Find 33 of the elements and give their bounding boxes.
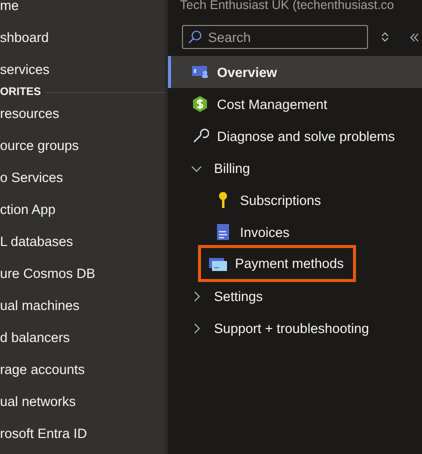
menu-item[interactable]: Overview bbox=[168, 56, 422, 88]
document-icon bbox=[214, 223, 232, 241]
section-heading: ORITES bbox=[0, 86, 41, 98]
menu-item[interactable]: Cost Management bbox=[168, 88, 422, 120]
overview-icon bbox=[191, 63, 209, 81]
menu-item[interactable]: Support + troubleshooting bbox=[168, 312, 422, 344]
menu-item[interactable]: Invoices bbox=[168, 216, 422, 248]
nav-item[interactable]: L databases bbox=[0, 226, 165, 258]
nav-item[interactable]: services bbox=[0, 54, 165, 86]
nav-item[interactable]: d balancers bbox=[0, 322, 165, 354]
subtitle: Tech Enthusiast UK (techenthusiast.co bbox=[179, 0, 396, 10]
nav-item[interactable]: rosoft Entra ID bbox=[0, 418, 165, 450]
nav-item[interactable]: ction App bbox=[0, 194, 165, 226]
nav-item[interactable]: rage accounts bbox=[0, 354, 165, 386]
menu-item[interactable]: Payment methods bbox=[198, 245, 356, 282]
nav-item[interactable]: shboard bbox=[0, 22, 165, 54]
collapse-icon[interactable] bbox=[409, 32, 420, 42]
menu-item[interactable]: Diagnose and solve problems bbox=[168, 120, 422, 152]
nav-item[interactable]: ual networks bbox=[0, 386, 165, 418]
nav-item[interactable]: me bbox=[0, 0, 165, 22]
menu-item[interactable]: Subscriptions bbox=[168, 184, 422, 216]
wrench-icon bbox=[191, 127, 209, 145]
nav-item[interactable]: ual machines bbox=[0, 290, 165, 322]
nav-item[interactable]: ource groups bbox=[0, 130, 165, 162]
nav-item[interactable]: resources bbox=[0, 98, 165, 130]
menu-item[interactable]: Settings bbox=[168, 280, 422, 312]
search-icon bbox=[188, 30, 202, 44]
nav-item[interactable]: ure Cosmos DB bbox=[0, 258, 165, 290]
search-field[interactable]: Search bbox=[182, 25, 368, 49]
dollar-hexagon-icon bbox=[191, 95, 209, 113]
sort-icon[interactable] bbox=[381, 31, 389, 43]
menu-item[interactable]: Billing bbox=[168, 152, 422, 184]
nav-item[interactable]: o Services bbox=[0, 162, 165, 194]
